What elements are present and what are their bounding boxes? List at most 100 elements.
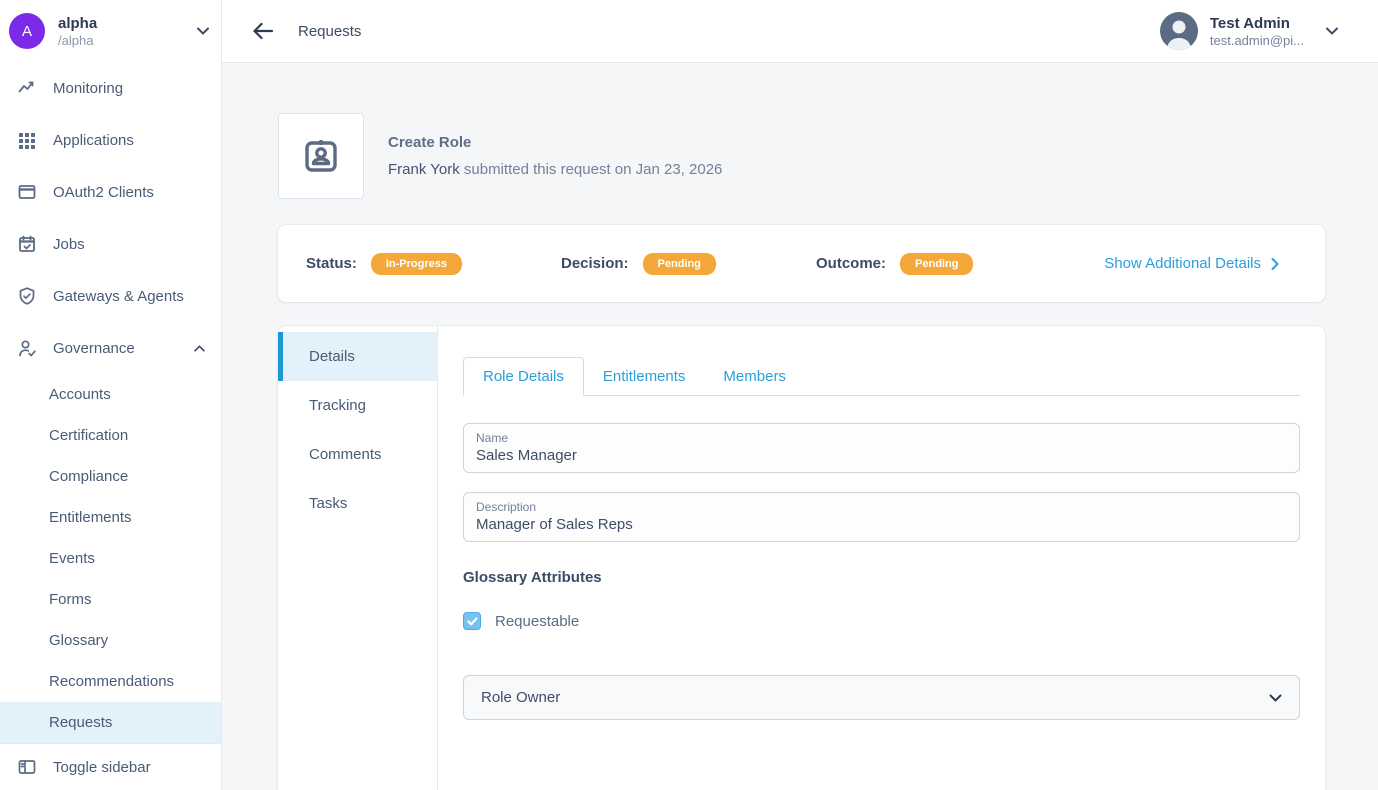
description-field-label: Description <box>476 500 1287 514</box>
sidebar-item-events[interactable]: Events <box>0 538 221 579</box>
toggle-sidebar-label: Toggle sidebar <box>53 759 151 776</box>
user-email: test.admin@pi... <box>1210 33 1304 48</box>
role-badge-icon <box>278 113 364 199</box>
detail-section-nav: Details Tracking Comments Tasks <box>278 326 438 790</box>
monitoring-icon <box>17 78 37 98</box>
sidebar-item-gateways-agents[interactable]: Gateways & Agents <box>0 270 221 322</box>
sidebar-item-applications[interactable]: Applications <box>0 114 221 166</box>
user-name: Test Admin <box>1210 15 1304 32</box>
environment-switcher[interactable]: A alpha /alpha <box>0 0 221 62</box>
tab-members[interactable]: Members <box>704 358 805 395</box>
role-tabs: Role Details Entitlements Members <box>463 357 1300 396</box>
page-title: Requests <box>298 23 361 40</box>
browser-window-icon <box>17 182 37 202</box>
status-label: Status: <box>306 255 357 272</box>
sidebar-item-label: Governance <box>53 340 194 357</box>
environment-name: alpha <box>58 15 197 32</box>
request-summary-text: Create Role Frank York submitted this re… <box>388 134 722 178</box>
detail-nav-tasks[interactable]: Tasks <box>278 479 437 528</box>
sidebar-item-jobs[interactable]: Jobs <box>0 218 221 270</box>
user-menu[interactable]: Test Admin test.admin@pi... <box>1160 12 1338 50</box>
detail-nav-tracking[interactable]: Tracking <box>278 381 437 430</box>
request-details-card: Details Tracking Comments Tasks Role Det… <box>278 326 1325 790</box>
name-field-value: Sales Manager <box>476 447 1287 464</box>
sidebar-footer: Toggle sidebar <box>0 743 221 790</box>
person-check-icon <box>17 338 37 358</box>
sidebar-subitem-label: Requests <box>49 714 112 731</box>
chevron-right-icon <box>1271 258 1279 270</box>
sidebar-nav: Monitoring Applications OAuth2 Clients J… <box>0 62 221 743</box>
submission-date: on Jan 23, 2026 <box>615 161 723 178</box>
sidebar-subitem-label: Events <box>49 550 95 567</box>
sidebar-item-label: Jobs <box>53 236 205 253</box>
sidebar-item-oauth2-clients[interactable]: OAuth2 Clients <box>0 166 221 218</box>
user-avatar-icon <box>1160 12 1198 50</box>
requestable-label: Requestable <box>495 613 579 630</box>
sidebar-item-accounts[interactable]: Accounts <box>0 374 221 415</box>
sidebar: A alpha /alpha Monitoring Applications O… <box>0 0 222 790</box>
sidebar-item-forms[interactable]: Forms <box>0 579 221 620</box>
back-button[interactable] <box>246 16 280 46</box>
outcome-label: Outcome: <box>816 255 886 272</box>
tab-role-details[interactable]: Role Details <box>463 357 584 396</box>
sidebar-item-label: Gateways & Agents <box>53 288 205 305</box>
role-owner-select[interactable]: Role Owner <box>463 675 1300 720</box>
requestable-checkbox[interactable] <box>463 612 481 630</box>
sidebar-item-monitoring[interactable]: Monitoring <box>0 62 221 114</box>
request-summary: Create Role Frank York submitted this re… <box>278 113 1325 199</box>
description-field[interactable]: Description Manager of Sales Reps <box>463 492 1300 542</box>
name-field-label: Name <box>476 431 1287 445</box>
sidebar-subitem-label: Recommendations <box>49 673 174 690</box>
sidebar-toggle-icon <box>17 757 37 777</box>
sidebar-item-glossary[interactable]: Glossary <box>0 620 221 661</box>
sidebar-item-requests[interactable]: Requests <box>0 702 221 743</box>
detail-nav-comments[interactable]: Comments <box>278 430 437 479</box>
chevron-down-icon <box>1269 694 1282 702</box>
show-additional-details-link[interactable]: Show Additional Details <box>1104 255 1279 272</box>
status-group: Status: In-Progress <box>306 253 561 275</box>
toggle-sidebar-button[interactable]: Toggle sidebar <box>17 757 204 777</box>
requestable-checkbox-row[interactable]: Requestable <box>463 612 1300 630</box>
sidebar-subitem-label: Forms <box>49 591 92 608</box>
sidebar-item-certification[interactable]: Certification <box>0 415 221 456</box>
glossary-attributes-heading: Glossary Attributes <box>463 569 1300 586</box>
show-additional-details-label: Show Additional Details <box>1104 255 1261 272</box>
environment-text: alpha /alpha <box>58 15 197 48</box>
detail-nav-label: Tasks <box>309 495 347 512</box>
sidebar-item-label: Monitoring <box>53 80 205 97</box>
decision-label: Decision: <box>561 255 629 272</box>
requester-name: Frank York <box>388 161 460 178</box>
top-bar: Requests Test Admin test.admin@pi... <box>222 0 1378 63</box>
request-type-title: Create Role <box>388 134 722 151</box>
outcome-group: Outcome: Pending <box>816 253 1071 275</box>
request-submission-line: Frank York submitted this request on Jan… <box>388 161 722 178</box>
sidebar-subitem-label: Certification <box>49 427 128 444</box>
arrow-left-icon <box>252 22 274 40</box>
description-field-value: Manager of Sales Reps <box>476 516 1287 533</box>
tab-entitlements[interactable]: Entitlements <box>584 358 705 395</box>
sidebar-item-recommendations[interactable]: Recommendations <box>0 661 221 702</box>
chevron-up-icon <box>194 345 205 352</box>
main-area: Requests Test Admin test.admin@pi... Cre… <box>222 0 1378 790</box>
sidebar-item-compliance[interactable]: Compliance <box>0 456 221 497</box>
sidebar-item-entitlements[interactable]: Entitlements <box>0 497 221 538</box>
detail-panel: Role Details Entitlements Members Name S… <box>438 326 1325 790</box>
decision-group: Decision: Pending <box>561 253 816 275</box>
user-text: Test Admin test.admin@pi... <box>1210 15 1304 48</box>
detail-nav-label: Comments <box>309 446 382 463</box>
detail-nav-label: Tracking <box>309 397 366 414</box>
sidebar-subitem-label: Compliance <box>49 468 128 485</box>
detail-nav-details[interactable]: Details <box>278 332 437 381</box>
applications-grid-icon <box>17 130 37 150</box>
sidebar-subitem-label: Entitlements <box>49 509 132 526</box>
name-field[interactable]: Name Sales Manager <box>463 423 1300 473</box>
sidebar-item-label: Applications <box>53 132 205 149</box>
environment-path: /alpha <box>58 33 197 48</box>
chevron-down-icon <box>1326 27 1338 35</box>
submitted-text: submitted this request <box>460 161 615 178</box>
shield-check-icon <box>17 286 37 306</box>
role-owner-value: Role Owner <box>481 689 1269 706</box>
chevron-down-icon <box>197 27 209 35</box>
environment-avatar: A <box>9 13 45 49</box>
sidebar-item-governance[interactable]: Governance <box>0 322 221 374</box>
